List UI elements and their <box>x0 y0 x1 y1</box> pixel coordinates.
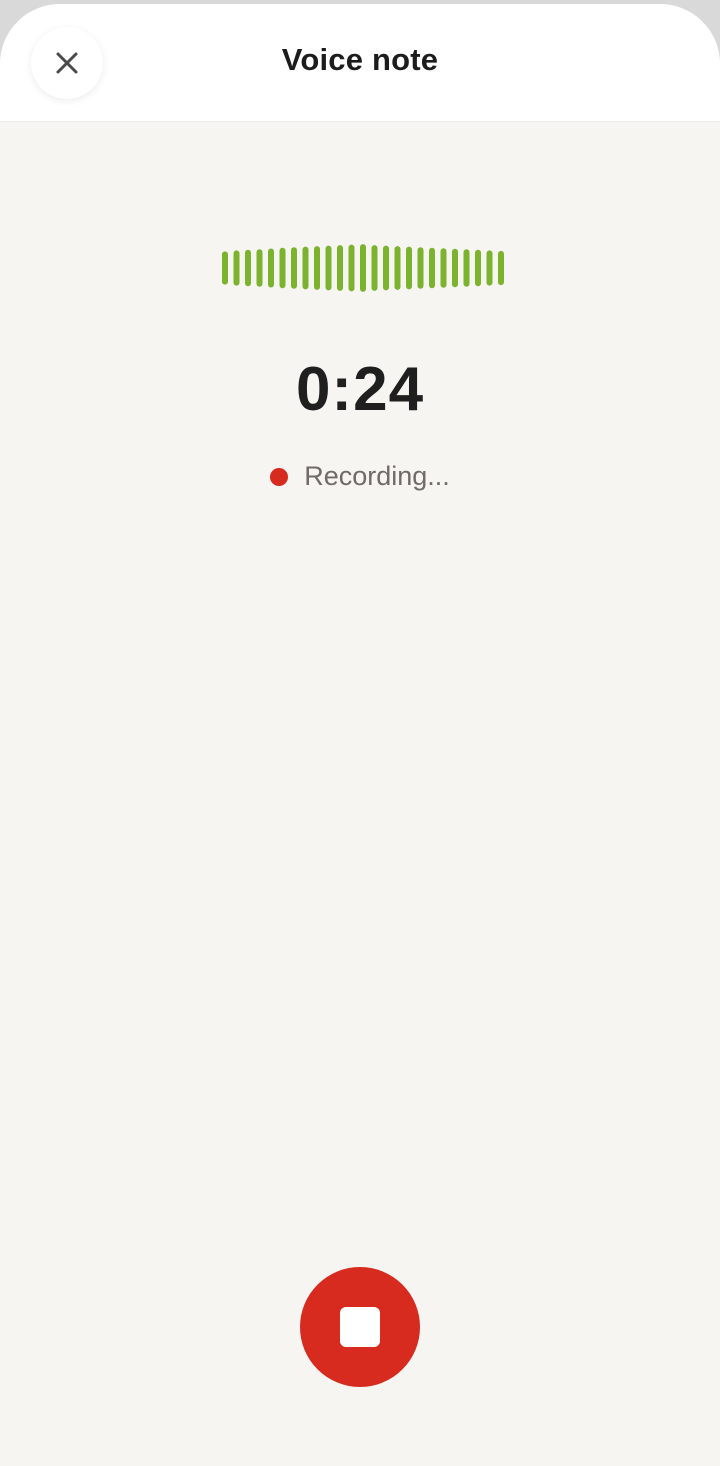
waveform-bar <box>337 245 343 291</box>
waveform-bar <box>233 250 240 286</box>
waveform-bar <box>360 244 366 292</box>
waveform-bar <box>417 247 424 289</box>
header: Voice note <box>0 4 720 122</box>
waveform-bar <box>498 250 504 286</box>
page-title: Voice note <box>281 42 439 77</box>
waveform-bar <box>245 249 251 287</box>
waveform-bar <box>383 245 389 291</box>
waveform-bar <box>314 246 320 290</box>
waveform-bar <box>475 249 481 287</box>
waveform-bar <box>452 248 458 288</box>
voice-note-sheet: Voice note 0:24 Recording... <box>0 4 720 1466</box>
waveform-bar <box>222 251 228 285</box>
recording-timer: 0:24 <box>295 355 425 424</box>
recording-status: Recording... <box>0 461 720 492</box>
waveform-bar <box>256 249 263 287</box>
waveform-bar <box>268 248 274 288</box>
waveform-bar <box>371 245 378 291</box>
waveform-bar <box>394 246 401 290</box>
recording-status-text: Recording... <box>304 461 450 491</box>
waveform-bar <box>406 246 412 290</box>
audio-waveform <box>222 244 504 292</box>
stop-icon <box>340 1307 380 1347</box>
waveform-bar <box>325 245 332 291</box>
waveform-bar <box>429 247 435 289</box>
stop-recording-button[interactable] <box>300 1267 420 1387</box>
waveform-bar <box>486 250 493 286</box>
waveform-bar <box>291 247 297 289</box>
recording-dot-icon <box>270 467 289 486</box>
waveform-bar <box>302 246 309 290</box>
waveform-bar <box>440 248 447 288</box>
waveform-bar <box>463 249 470 287</box>
waveform-bar <box>348 244 355 292</box>
waveform-bar <box>279 247 286 289</box>
